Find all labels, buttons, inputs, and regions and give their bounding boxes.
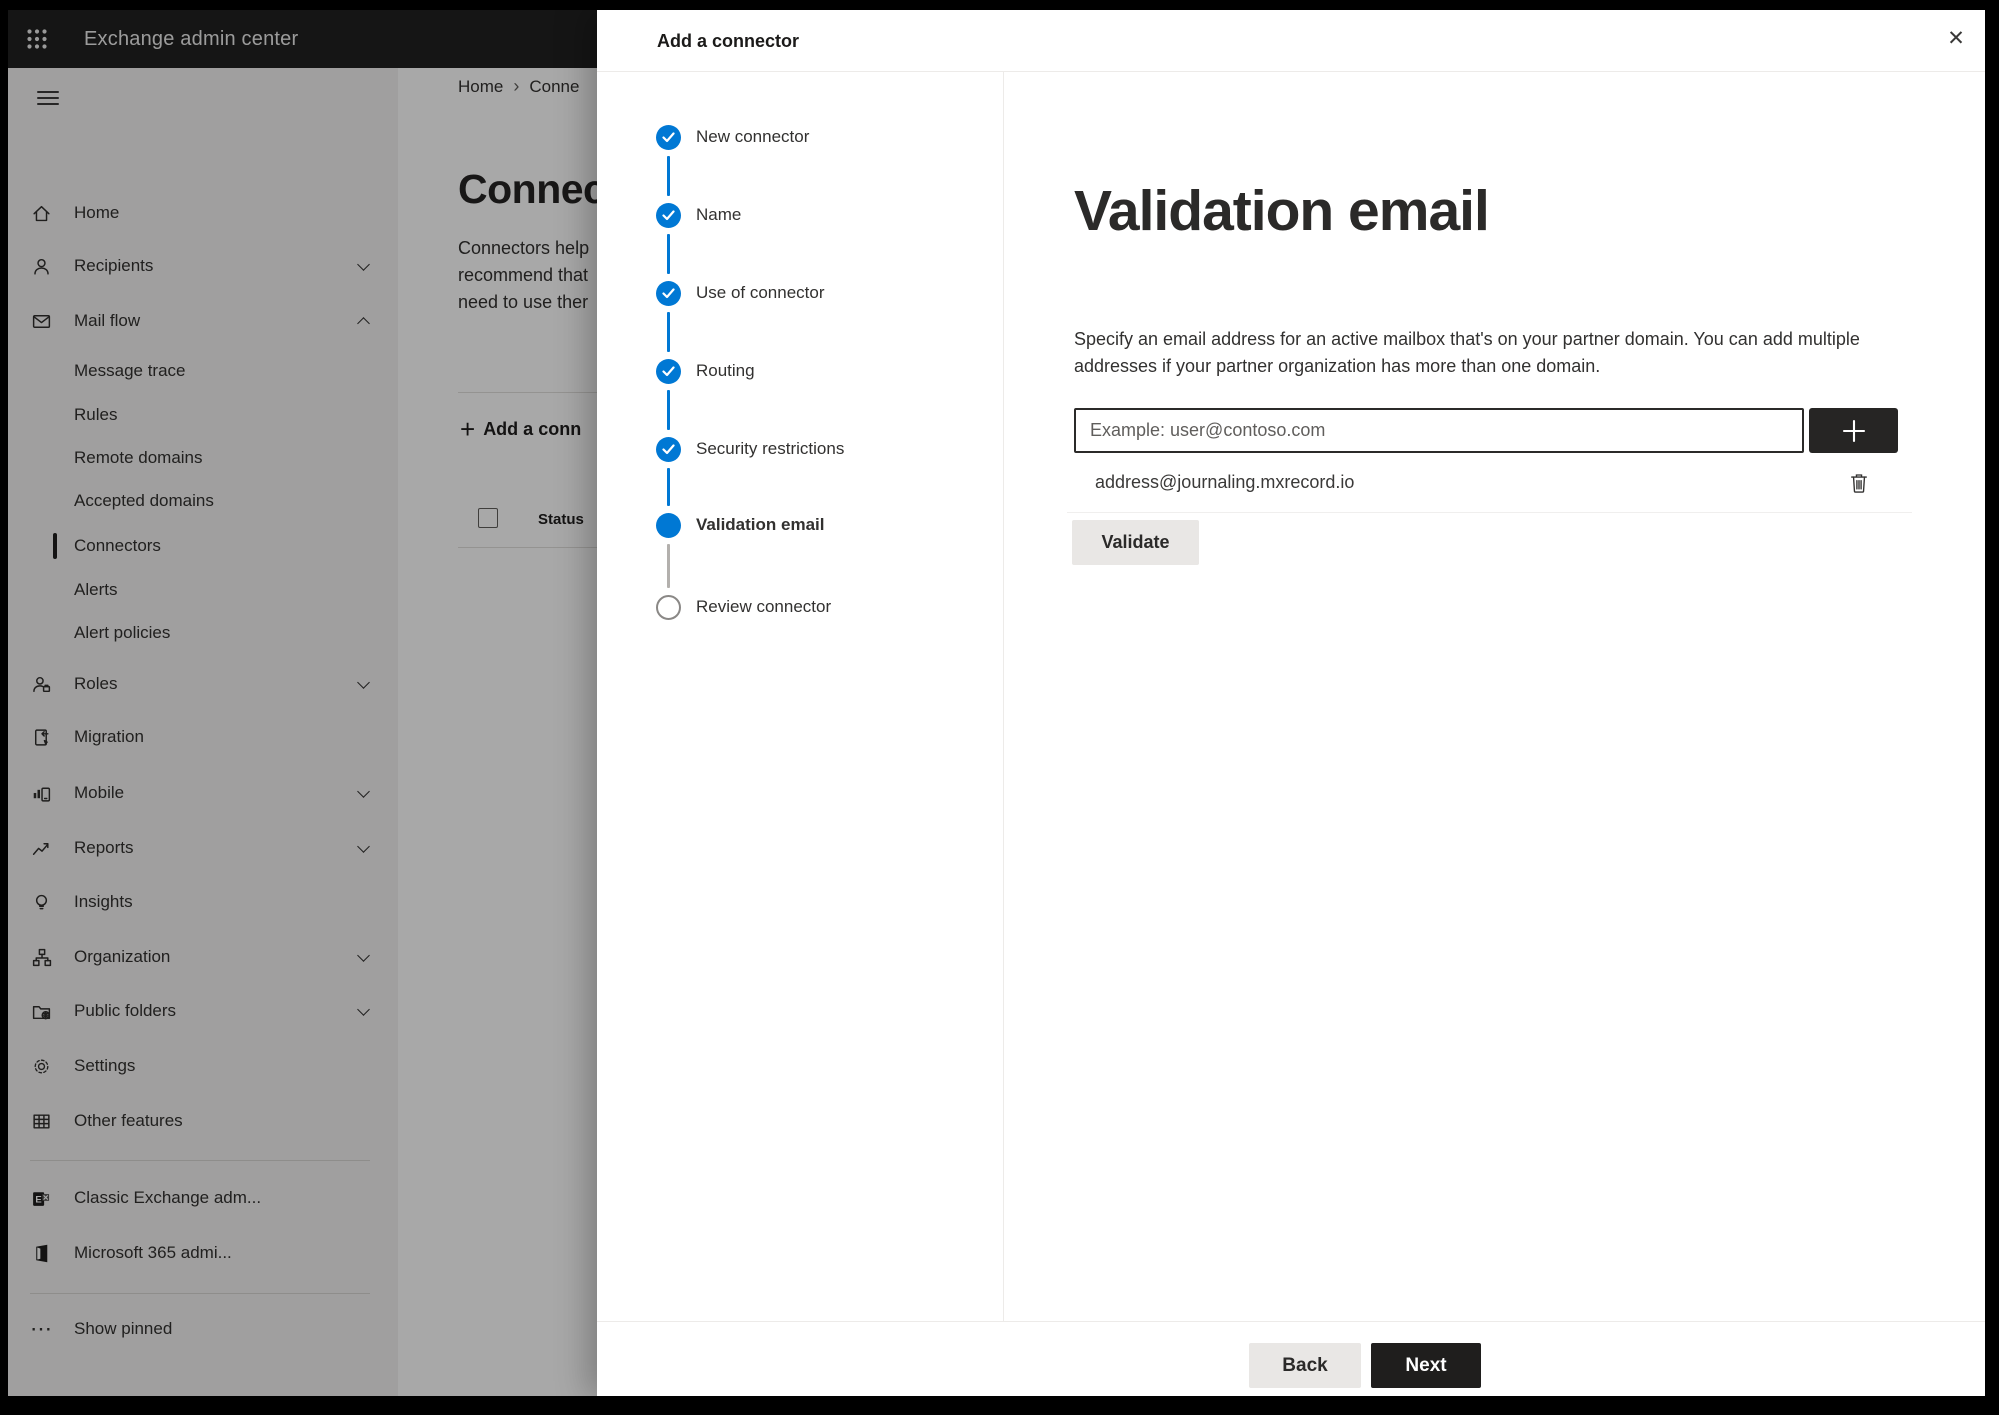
validate-button[interactable]: Validate [1072, 520, 1199, 565]
add-connector-panel: Add a connector ✕ New connector Name Use… [597, 10, 1985, 1396]
step-upcoming-icon [656, 594, 681, 620]
step-connector-line [667, 234, 670, 274]
step-connector-line [667, 544, 670, 588]
panel-header: Add a connector ✕ [597, 10, 1985, 72]
plus-icon [1842, 419, 1865, 442]
step-connector-line [667, 390, 670, 430]
validation-email-input[interactable] [1074, 408, 1804, 453]
step-connector-line [667, 468, 670, 506]
step-current-icon [656, 512, 681, 538]
step-complete-icon [656, 358, 681, 384]
step-connector-line [667, 156, 670, 196]
step-label: New connector [696, 127, 810, 146]
step-label: Review connector [696, 597, 832, 616]
step-complete-icon [656, 436, 681, 462]
step-description: Specify an email address for an active m… [1074, 329, 1860, 376]
screen: Exchange admin center Home Recipients Ma… [8, 10, 1985, 1396]
step-validation-email[interactable]: Validation email [656, 512, 825, 538]
address-row-divider [1067, 512, 1912, 513]
step-name[interactable]: Name [656, 202, 741, 228]
step-label: Security restrictions [696, 439, 845, 458]
delete-address-button[interactable] [1843, 467, 1875, 499]
step-complete-icon [656, 124, 681, 150]
step-complete-icon [656, 202, 681, 228]
step-connector-line [667, 312, 670, 352]
step-review-connector[interactable]: Review connector [656, 594, 831, 620]
trash-icon [1851, 474, 1867, 493]
step-label: Validation email [696, 515, 825, 534]
panel-footer: Back Next [597, 1321, 1985, 1396]
wizard-stepper [597, 72, 1004, 1321]
close-icon[interactable]: ✕ [1939, 21, 1973, 55]
add-email-button[interactable] [1809, 408, 1898, 453]
step-use-of-connector[interactable]: Use of connector [656, 280, 825, 306]
step-label: Use of connector [696, 283, 825, 302]
back-button[interactable]: Back [1249, 1343, 1361, 1388]
step-label: Name [696, 205, 742, 224]
panel-title: Add a connector [657, 31, 800, 51]
step-security-restrictions[interactable]: Security restrictions [656, 436, 844, 462]
step-heading: Validation email [1074, 179, 1490, 243]
step-routing[interactable]: Routing [656, 358, 755, 384]
step-new-connector[interactable]: New connector [656, 124, 809, 150]
added-email-address: address@journaling.mxrecord.io [1095, 472, 1355, 492]
step-label: Routing [696, 361, 755, 380]
next-button[interactable]: Next [1371, 1343, 1481, 1388]
step-complete-icon [656, 280, 681, 306]
